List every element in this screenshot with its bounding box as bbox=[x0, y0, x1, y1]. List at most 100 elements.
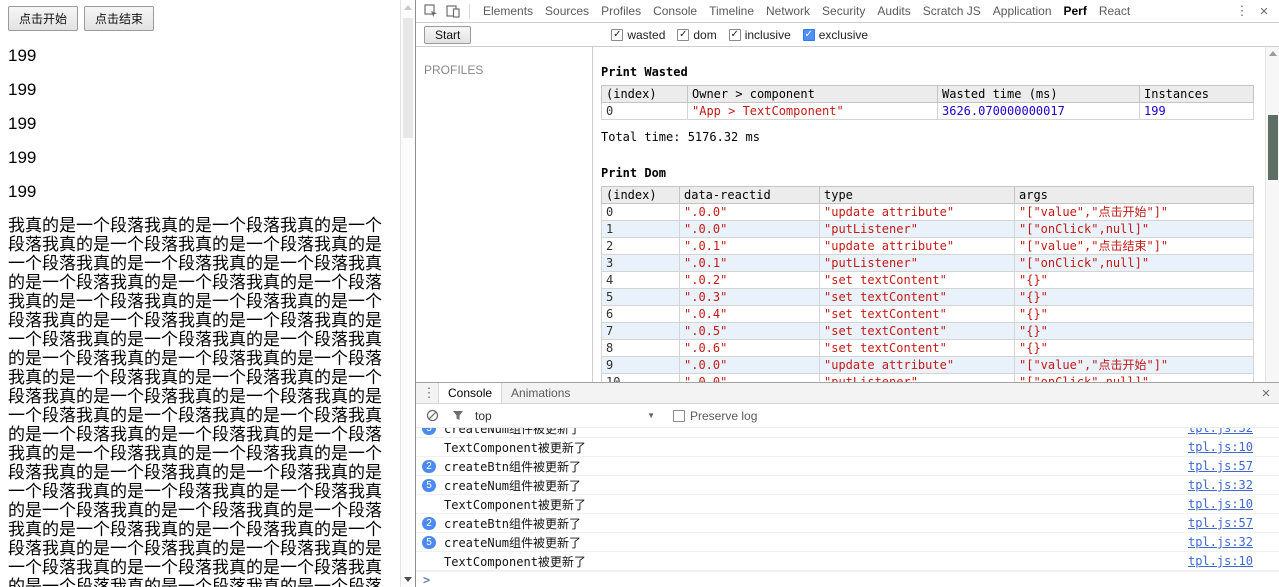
table-cell: 4 bbox=[601, 271, 680, 289]
checkbox-box-exclusive: ✓ bbox=[802, 28, 815, 41]
preserve-log-checkbox[interactable]: Preserve log bbox=[673, 409, 757, 423]
source-link[interactable]: tpl.js:32 bbox=[1188, 478, 1253, 492]
source-link[interactable]: tpl.js:10 bbox=[1188, 440, 1253, 454]
checkbox-inclusive[interactable]: ✓ inclusive bbox=[728, 28, 791, 42]
counter-value: 199 bbox=[8, 148, 37, 167]
table-cell: "set textContent" bbox=[819, 322, 1015, 340]
page-scrollbar-thumb[interactable] bbox=[403, 18, 413, 138]
tab-sources[interactable]: Sources bbox=[539, 0, 595, 22]
close-devtools-icon[interactable]: × bbox=[1255, 2, 1273, 20]
table-cell: ".0.0" bbox=[679, 373, 820, 382]
console-toolbar: top ▼ Preserve log bbox=[416, 404, 1279, 428]
checkbox-dom[interactable]: ✓ dom bbox=[677, 27, 717, 42]
column-header[interactable]: (index) bbox=[601, 186, 680, 204]
column-header[interactable]: Instances bbox=[1139, 85, 1254, 103]
column-header[interactable]: data-reactid bbox=[679, 186, 820, 204]
table-cell: "["value","点击开始"]" bbox=[1014, 203, 1254, 221]
devtools-scrollbar-thumb[interactable] bbox=[1268, 115, 1278, 180]
counter-value: 199 bbox=[8, 114, 37, 133]
preserve-log-label: Preserve log bbox=[690, 408, 758, 423]
device-toolbar-icon[interactable] bbox=[444, 2, 462, 20]
table-cell: "{}" bbox=[1014, 322, 1254, 340]
drawer-tab-animations[interactable]: Animations bbox=[502, 383, 579, 403]
table-cell: "update attribute" bbox=[819, 237, 1015, 255]
tab-audits[interactable]: Audits bbox=[871, 0, 916, 22]
table-cell: 3626.070000000017 bbox=[937, 102, 1140, 120]
tab-timeline[interactable]: Timeline bbox=[703, 0, 760, 22]
table-cell: ".0.0" bbox=[679, 356, 820, 374]
start-button[interactable]: Start bbox=[424, 25, 472, 44]
page-button-end[interactable]: 点击结束 bbox=[84, 6, 155, 31]
repeat-count-badge: 5 bbox=[422, 428, 436, 435]
drawer-menu-icon[interactable]: ⋮ bbox=[420, 384, 438, 402]
checkbox-wasted[interactable]: ✓ wasted bbox=[611, 28, 665, 42]
tab-perf[interactable]: Perf bbox=[1058, 0, 1093, 22]
table-cell: "{}" bbox=[1014, 271, 1254, 289]
checkbox-exclusive[interactable]: ✓ exclusive bbox=[802, 28, 868, 42]
table-cell: ".0.0" bbox=[679, 220, 820, 238]
column-header[interactable]: Owner > component bbox=[687, 85, 938, 103]
devtools-tabs: Elements Sources Profiles Console Timeline Ne… bbox=[477, 0, 1229, 22]
page-button-start[interactable]: 点击开始 bbox=[8, 6, 79, 31]
print-wasted-table: (index) Owner > component Wasted time (ms)… bbox=[601, 85, 1254, 120]
console-message: 5 createNum组件被更新了 tpl.js:32 bbox=[416, 533, 1279, 552]
checkbox-box-inclusive: ✓ bbox=[728, 28, 741, 41]
table-cell: "{}" bbox=[1014, 339, 1254, 357]
source-link[interactable]: tpl.js:32 bbox=[1188, 535, 1253, 549]
source-link[interactable]: tpl.js:57 bbox=[1188, 516, 1253, 530]
tab-application[interactable]: Application bbox=[987, 0, 1058, 22]
perf-results: Print Wasted (index) Owner > component Was… bbox=[593, 47, 1279, 382]
table-cell: 6 bbox=[601, 305, 680, 323]
column-header[interactable]: type bbox=[819, 186, 1015, 204]
table-row: 4 ".0.2" "set textContent" "{}" bbox=[601, 271, 1254, 289]
table-cell: ".0.5" bbox=[679, 322, 820, 340]
console-messages: 5 createNum组件被更新了 tpl.js:32 TextComponent被更… bbox=[416, 428, 1279, 571]
counter-value: 199 bbox=[8, 80, 37, 99]
filter-icon[interactable] bbox=[449, 407, 467, 425]
table-cell: ".0.1" bbox=[679, 237, 820, 255]
toolbar-separator bbox=[469, 3, 470, 19]
table-row: 3 ".0.1" "putListener" "["onClick",null]" bbox=[601, 254, 1254, 272]
source-link[interactable]: tpl.js:32 bbox=[1188, 428, 1253, 435]
console-message: TextComponent被更新了 tpl.js:10 bbox=[416, 438, 1279, 457]
table-cell: 9 bbox=[601, 356, 680, 374]
overflow-menu-icon[interactable]: ⋮ bbox=[1233, 2, 1251, 20]
scrollbar-down-arrow-icon[interactable] bbox=[404, 577, 412, 582]
console-prompt[interactable]: > bbox=[416, 571, 1279, 587]
tab-scratch-js[interactable]: Scratch JS bbox=[917, 0, 987, 22]
perf-checkboxes: ✓ wasted ✓ dom ✓ inclusive ✓ exclusive bbox=[611, 28, 868, 42]
source-link[interactable]: tpl.js:10 bbox=[1188, 497, 1253, 511]
column-header[interactable]: Wasted time (ms) bbox=[937, 85, 1140, 103]
tab-elements[interactable]: Elements bbox=[477, 0, 539, 22]
execution-context-select[interactable]: top ▼ bbox=[475, 409, 655, 423]
source-link[interactable]: tpl.js:57 bbox=[1188, 459, 1253, 473]
tab-profiles[interactable]: Profiles bbox=[595, 0, 647, 22]
table-cell: "["onClick",null]" bbox=[1014, 220, 1254, 238]
table-cell: ".0.3" bbox=[679, 288, 820, 306]
scrollbar-up-arrow-icon[interactable] bbox=[404, 5, 412, 10]
console-drawer: ⋮ Console Animations × top ▼ Preserve log… bbox=[416, 382, 1279, 587]
tab-react[interactable]: React bbox=[1093, 0, 1136, 22]
tab-network[interactable]: Network bbox=[760, 0, 816, 22]
page-scrollbar[interactable] bbox=[400, 0, 415, 587]
tab-console[interactable]: Console bbox=[647, 0, 703, 22]
preserve-log-box bbox=[673, 409, 685, 422]
devtools-scrollbar[interactable] bbox=[1265, 47, 1279, 382]
inspect-element-icon[interactable] bbox=[422, 2, 440, 20]
prompt-chevron-icon: > bbox=[423, 572, 431, 587]
devtools-scrollbar-up-icon[interactable] bbox=[1269, 51, 1277, 56]
source-link[interactable]: tpl.js:10 bbox=[1188, 554, 1253, 568]
checkbox-label-dom: dom bbox=[693, 27, 717, 42]
tab-security[interactable]: Security bbox=[816, 0, 871, 22]
console-message-text: createNum组件被更新了 bbox=[444, 428, 582, 436]
column-header[interactable]: args bbox=[1014, 186, 1254, 204]
drawer-tabbar: ⋮ Console Animations × bbox=[416, 383, 1279, 404]
column-header[interactable]: (index) bbox=[601, 85, 688, 103]
clear-console-icon[interactable] bbox=[423, 407, 441, 425]
drawer-tab-console[interactable]: Console bbox=[438, 383, 503, 403]
profiles-sidebar: PROFILES bbox=[416, 47, 593, 382]
console-message-text: TextComponent被更新了 bbox=[444, 497, 586, 512]
console-message-text: TextComponent被更新了 bbox=[444, 554, 586, 569]
web-page: 点击开始 点击结束 199 199 199 199 199 我真的是一个段落我真的是一个段… bbox=[0, 0, 400, 587]
close-drawer-icon[interactable]: × bbox=[1257, 384, 1275, 402]
